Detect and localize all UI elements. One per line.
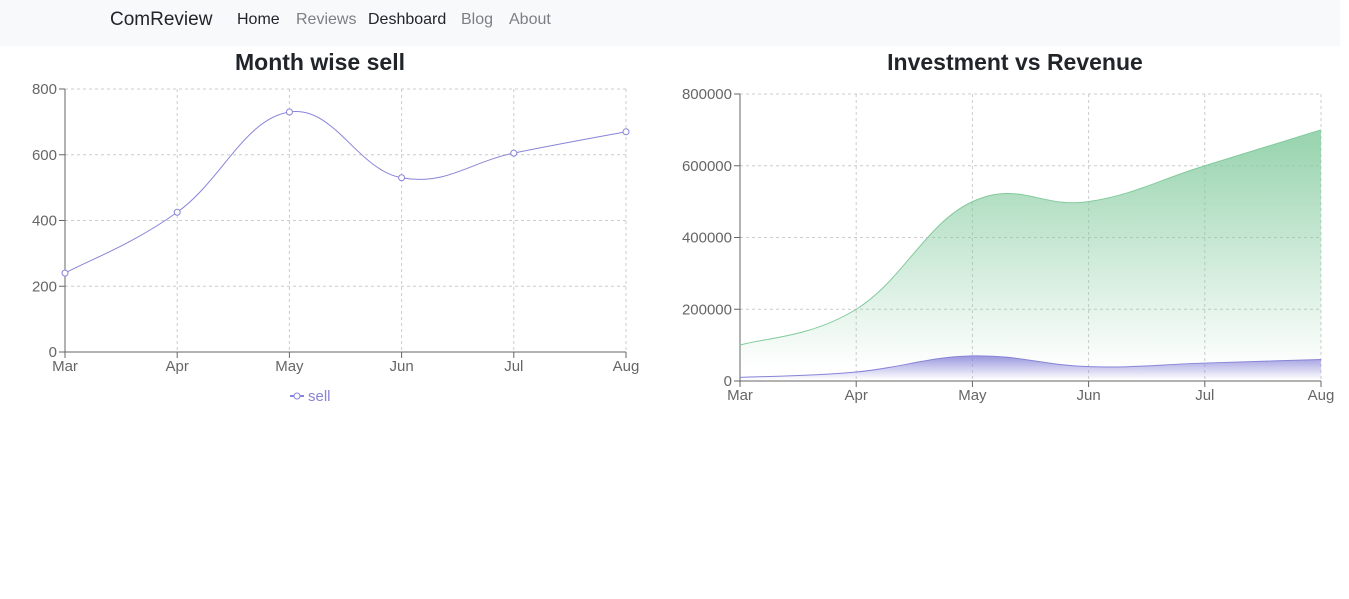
inv-rev-chart-x-tick-label: Jun [1077,387,1101,404]
inv-rev-chart-x-tick-label: Aug [1308,387,1335,404]
inv-rev-chart-x-tick-label: Mar [727,387,753,404]
inv-rev-chart-y-tick-label: 600000 [682,158,732,175]
revenue-area [740,129,1321,381]
inv-rev-chart-x-tick-label: Jul [1195,387,1214,404]
inv-rev-chart-x-tick-label: May [958,387,987,404]
inv-rev-chart-y-tick-label: 800000 [682,86,732,103]
inv-rev-chart-y-tick-label: 200000 [682,301,732,318]
inv-rev-chart-x-tick-label: Apr [845,387,868,404]
investment-revenue-area-chart: 0200000400000600000800000Mar Apr May Jun Jul… [682,86,1335,404]
inv-rev-chart-y-tick-label: 400000 [682,230,732,247]
